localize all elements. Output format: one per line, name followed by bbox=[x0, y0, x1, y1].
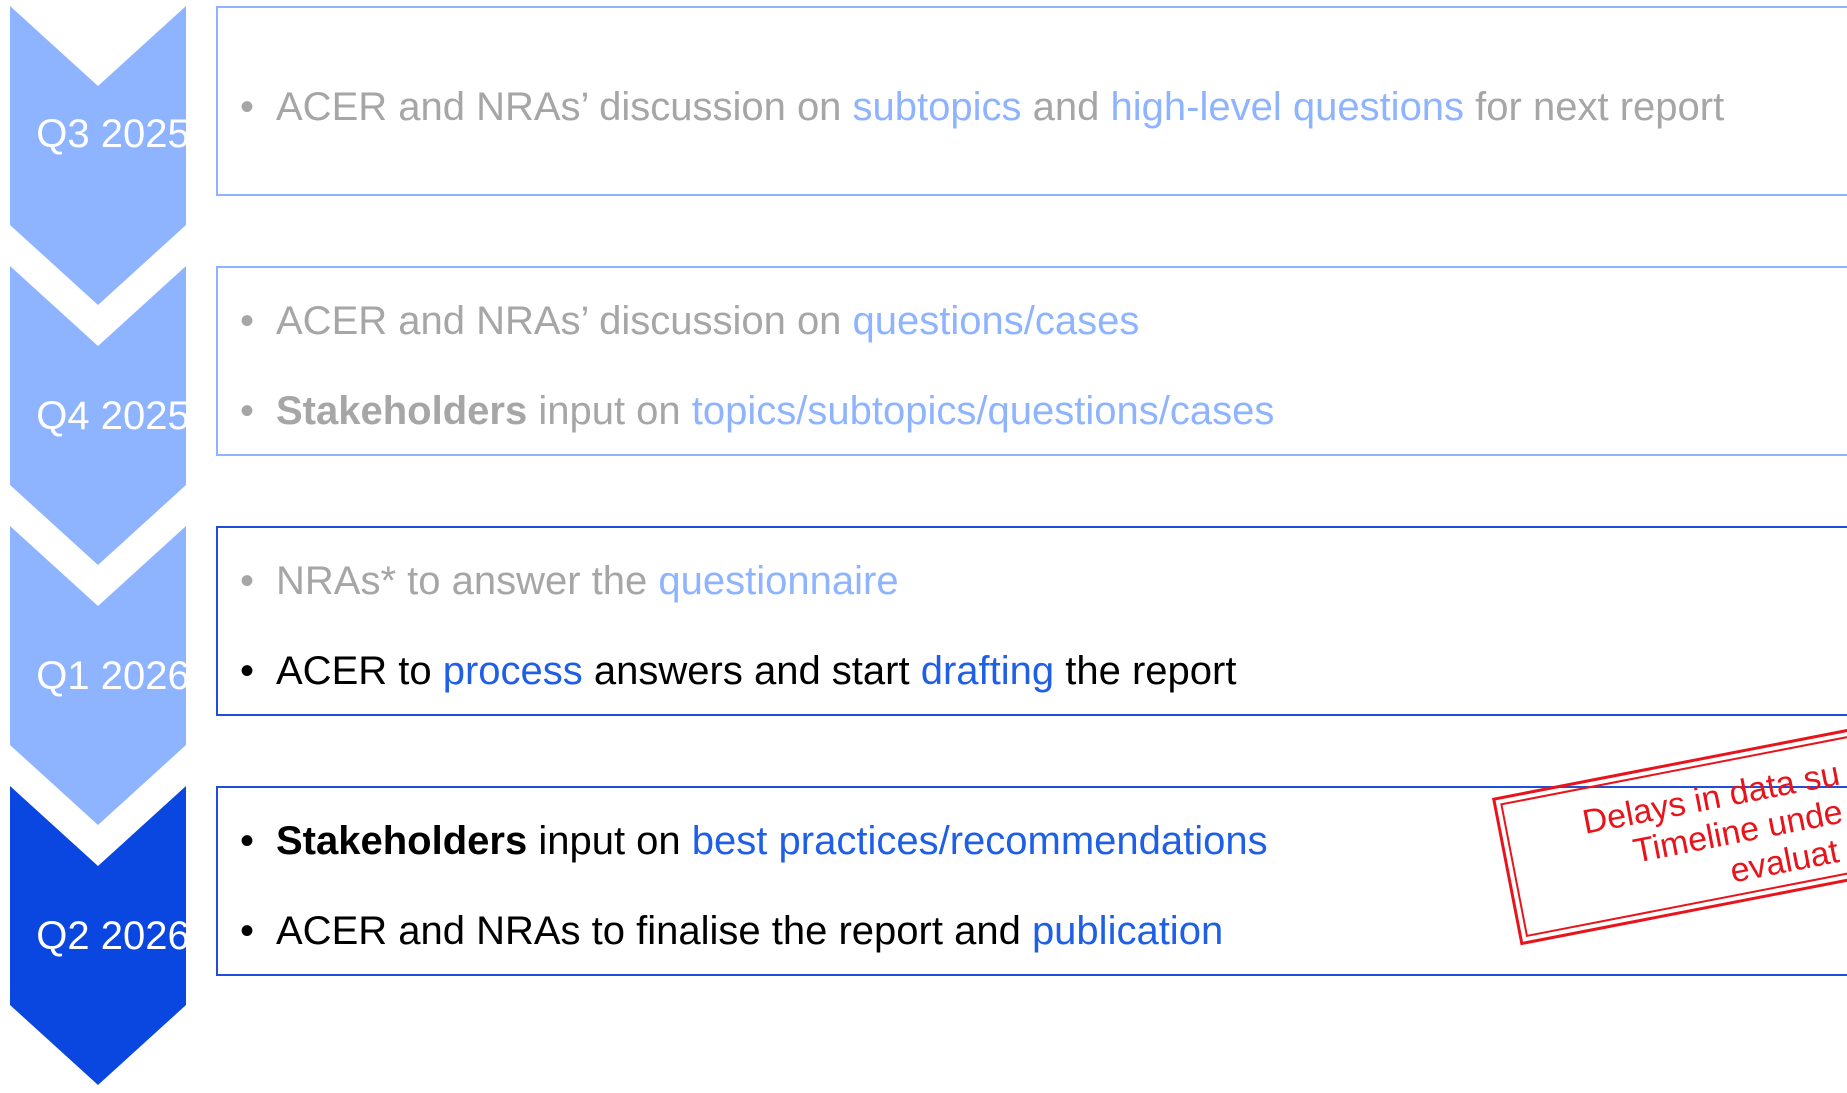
quarter-label-q1-2026: Q1 2026 bbox=[36, 654, 190, 698]
bullet-dot: • bbox=[240, 85, 255, 129]
bullet-link: process bbox=[442, 649, 583, 693]
bullet-text: ACER and NRAs’ discussion on bbox=[276, 85, 853, 129]
bullet-text: answers and start bbox=[582, 649, 921, 693]
bullet-q1-2026-1: • NRAs* to answer the questionnaire bbox=[240, 558, 899, 604]
bullet-q4-2025-2: • Stakeholders input on topics/subtopics/… bbox=[240, 388, 1274, 434]
quarter-label-q3-2025: Q3 2025 bbox=[36, 112, 190, 156]
bullet-text: NRAs* to answer the bbox=[276, 559, 659, 603]
bullet-link: questions/cases bbox=[852, 299, 1140, 343]
bullet-text: for next report bbox=[1464, 85, 1725, 129]
bullet-text: ACER and NRAs to finalise the report and bbox=[276, 909, 1032, 953]
bullet-q2-2026-1: • Stakeholders input on best practices/re… bbox=[240, 818, 1268, 864]
bullet-text: ACER and NRAs’ discussion on bbox=[276, 299, 853, 343]
bullet-dot: • bbox=[240, 389, 255, 433]
bullet-link: questionnaire bbox=[658, 559, 899, 603]
bullet-q4-2025-1: • ACER and NRAs’ discussion on questions/… bbox=[240, 298, 1139, 344]
bullet-text-bold: Stakeholders bbox=[276, 389, 528, 433]
bullet-text-bold: Stakeholders bbox=[276, 819, 528, 863]
quarter-label-q4-2025: Q4 2025 bbox=[36, 394, 190, 438]
bullet-q3-2025-1: • ACER and NRAs’ discussion on subtopics … bbox=[240, 84, 1724, 130]
bullet-link: best practices/recommendations bbox=[691, 819, 1268, 863]
bullet-q1-2026-2: • ACER to process answers and start draft… bbox=[240, 648, 1236, 694]
quarter-label-q2-2026: Q2 2026 bbox=[36, 914, 190, 958]
bullet-dot: • bbox=[240, 819, 255, 863]
bullet-link: subtopics bbox=[852, 85, 1022, 129]
bullet-text: and bbox=[1021, 85, 1111, 129]
bullet-text: input on bbox=[527, 819, 692, 863]
bullet-link: drafting bbox=[920, 649, 1055, 693]
bullet-text: ACER to bbox=[276, 649, 443, 693]
bullet-dot: • bbox=[240, 299, 255, 343]
bullet-dot: • bbox=[240, 909, 255, 953]
bullet-dot: • bbox=[240, 559, 255, 603]
timeline-diagram: Q3 2025 • ACER and NRAs’ discussion on su… bbox=[0, 0, 1847, 1085]
bullet-dot: • bbox=[240, 649, 255, 693]
bullet-q2-2026-2: • ACER and NRAs to finalise the report an… bbox=[240, 908, 1223, 954]
bullet-text: input on bbox=[527, 389, 692, 433]
bullet-link: publication bbox=[1031, 909, 1224, 953]
bullet-link: high-level questions bbox=[1110, 85, 1465, 129]
bullet-link: topics/subtopics/questions/cases bbox=[691, 389, 1275, 433]
bullet-text: the report bbox=[1054, 649, 1237, 693]
